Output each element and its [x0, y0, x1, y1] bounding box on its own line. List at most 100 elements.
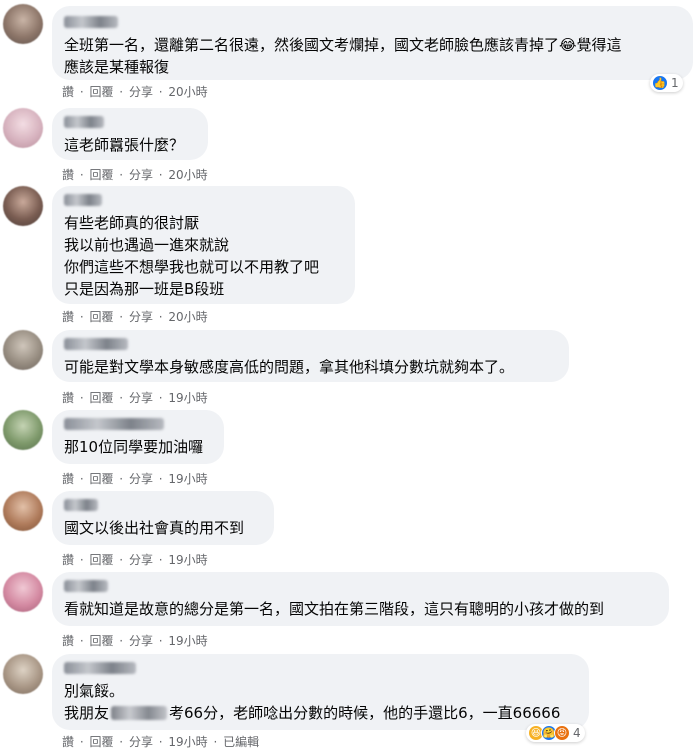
avatar[interactable]: [3, 491, 43, 531]
share-link[interactable]: 分享: [129, 735, 153, 749]
comment-bubble: 有些老師真的很討厭 我以前也遇過一進來就說 你們這些不想學我也就可以不用教了吧 …: [52, 186, 355, 304]
share-link[interactable]: 分享: [129, 391, 153, 405]
commenter-name[interactable]: [64, 338, 128, 350]
share-link[interactable]: 分享: [129, 634, 153, 648]
comment-bubble: 可能是對文學本身敏感度高低的問題，拿其他科填分數坑就夠本了。: [52, 330, 569, 382]
timestamp[interactable]: 19小時: [168, 472, 207, 486]
share-link[interactable]: 分享: [129, 85, 153, 99]
comment-bubble: 看就知道是故意的總分是第一名，國文拍在第三階段，這只有聰明的小孩才做的到: [52, 572, 669, 626]
like-link[interactable]: 讚: [62, 735, 74, 749]
reply-link[interactable]: 回覆: [89, 553, 113, 567]
like-link[interactable]: 讚: [62, 85, 74, 99]
comment-text: 那10位同學要加油囉: [64, 438, 204, 456]
share-link[interactable]: 分享: [129, 553, 153, 567]
comment-text-part: 考66分，老師唸出分數的時候，他的手還比6，一直66666: [169, 704, 561, 722]
like-link[interactable]: 讚: [62, 391, 74, 405]
comment-actions: 讚 · 回覆 · 分享 · 19小時: [62, 632, 210, 649]
reply-link[interactable]: 回覆: [89, 85, 113, 99]
comment-actions: 讚 · 回覆 · 分享 · 20小時: [62, 308, 210, 325]
separator: ·: [115, 472, 127, 486]
commenter-name[interactable]: [64, 16, 118, 28]
reaction-summary[interactable]: 😆 🤗 😡 4: [526, 724, 585, 742]
timestamp[interactable]: 19小時: [168, 634, 207, 648]
edited-label[interactable]: 已編輯: [223, 735, 259, 749]
separator: ·: [154, 553, 167, 567]
commenter-name[interactable]: [64, 418, 164, 430]
avatar[interactable]: [3, 186, 43, 226]
timestamp[interactable]: 19小時: [168, 391, 207, 405]
timestamp[interactable]: 19小時: [168, 735, 207, 749]
separator: ·: [76, 472, 88, 486]
avatar[interactable]: [3, 654, 43, 694]
comment-text: 看就知道是故意的總分是第一名，國文拍在第三階段，這只有聰明的小孩才做的到: [64, 600, 605, 618]
separator: ·: [76, 85, 88, 99]
separator: ·: [154, 168, 167, 182]
separator: ·: [154, 85, 167, 99]
separator: ·: [154, 310, 167, 324]
separator: ·: [76, 391, 88, 405]
reply-link[interactable]: 回覆: [89, 168, 113, 182]
comment-text: 國文以後出社會真的用不到: [64, 519, 245, 537]
comment-text-line-1: 別氣餒。: [64, 682, 125, 700]
avatar[interactable]: [3, 108, 43, 148]
separator: ·: [115, 391, 127, 405]
share-link[interactable]: 分享: [129, 472, 153, 486]
comment-text: 這老師囂張什麼？: [64, 136, 185, 154]
commenter-name[interactable]: [64, 580, 108, 592]
comment-actions: 讚 · 回覆 · 分享 · 20小時: [62, 166, 210, 183]
comment-actions: 讚 · 回覆 · 分享 · 19小時: [62, 470, 210, 487]
separator: ·: [154, 391, 167, 405]
avatar[interactable]: [3, 4, 43, 44]
comment-bubble: 別氣餒。 我朋友 考66分，老師唸出分數的時候，他的手還比6，一直66666: [52, 654, 589, 730]
avatar[interactable]: [3, 410, 43, 450]
comment-actions: 讚 · 回覆 · 分享 · 19小時 · 已編輯: [62, 733, 261, 750]
timestamp[interactable]: 20小時: [168, 168, 207, 182]
like-link[interactable]: 讚: [62, 168, 74, 182]
avatar[interactable]: [3, 330, 43, 370]
comment-text: 有些老師真的很討厭 我以前也遇過一進來就說 你們這些不想學我也就可以不用教了吧 …: [64, 214, 320, 298]
avatar[interactable]: [3, 572, 43, 612]
angry-reaction-icon: 😡: [554, 725, 570, 741]
separator: ·: [76, 634, 88, 648]
like-link[interactable]: 讚: [62, 472, 74, 486]
timestamp[interactable]: 20小時: [168, 310, 207, 324]
timestamp[interactable]: 20小時: [168, 85, 207, 99]
comment-bubble: 那10位同學要加油囉: [52, 410, 224, 464]
separator: ·: [115, 553, 127, 567]
redacted-name: [111, 706, 168, 720]
share-link[interactable]: 分享: [129, 310, 153, 324]
reply-link[interactable]: 回覆: [89, 634, 113, 648]
comment-text: 全班第一名，還離第二名很遠，然後國文考爛掉，國文老師臉色應該青掉了😂覺得這 應該…: [64, 36, 622, 76]
commenter-name[interactable]: [64, 194, 102, 206]
separator: ·: [115, 85, 127, 99]
separator: ·: [115, 168, 127, 182]
separator: ·: [115, 310, 127, 324]
comment-bubble: 全班第一名，還離第二名很遠，然後國文考爛掉，國文老師臉色應該青掉了😂覺得這 應該…: [52, 6, 693, 80]
reply-link[interactable]: 回覆: [89, 391, 113, 405]
separator: ·: [115, 735, 127, 749]
comment-bubble: 這老師囂張什麼？: [52, 108, 208, 160]
separator: ·: [76, 310, 88, 324]
commenter-name[interactable]: [64, 116, 104, 128]
separator: ·: [115, 634, 127, 648]
comment-actions: 讚 · 回覆 · 分享 · 19小時: [62, 551, 210, 568]
like-link[interactable]: 讚: [62, 553, 74, 567]
timestamp[interactable]: 19小時: [168, 553, 207, 567]
separator: ·: [76, 553, 88, 567]
comment-text: 可能是對文學本身敏感度高低的問題，拿其他科填分數坑就夠本了。: [64, 358, 515, 376]
commenter-name[interactable]: [64, 499, 98, 511]
reply-link[interactable]: 回覆: [89, 472, 113, 486]
like-link[interactable]: 讚: [62, 310, 74, 324]
reply-link[interactable]: 回覆: [89, 310, 113, 324]
reply-link[interactable]: 回覆: [89, 735, 113, 749]
comment-text-line-2: 我朋友 考66分，老師唸出分數的時候，他的手還比6，一直66666: [64, 702, 577, 724]
comment-bubble: 國文以後出社會真的用不到: [52, 491, 274, 545]
separator: ·: [76, 735, 88, 749]
separator: ·: [154, 472, 167, 486]
separator: ·: [154, 634, 167, 648]
reaction-count: 4: [573, 726, 581, 740]
share-link[interactable]: 分享: [129, 168, 153, 182]
like-link[interactable]: 讚: [62, 634, 74, 648]
commenter-name[interactable]: [64, 662, 136, 674]
reaction-summary[interactable]: 👍 1: [650, 74, 683, 92]
